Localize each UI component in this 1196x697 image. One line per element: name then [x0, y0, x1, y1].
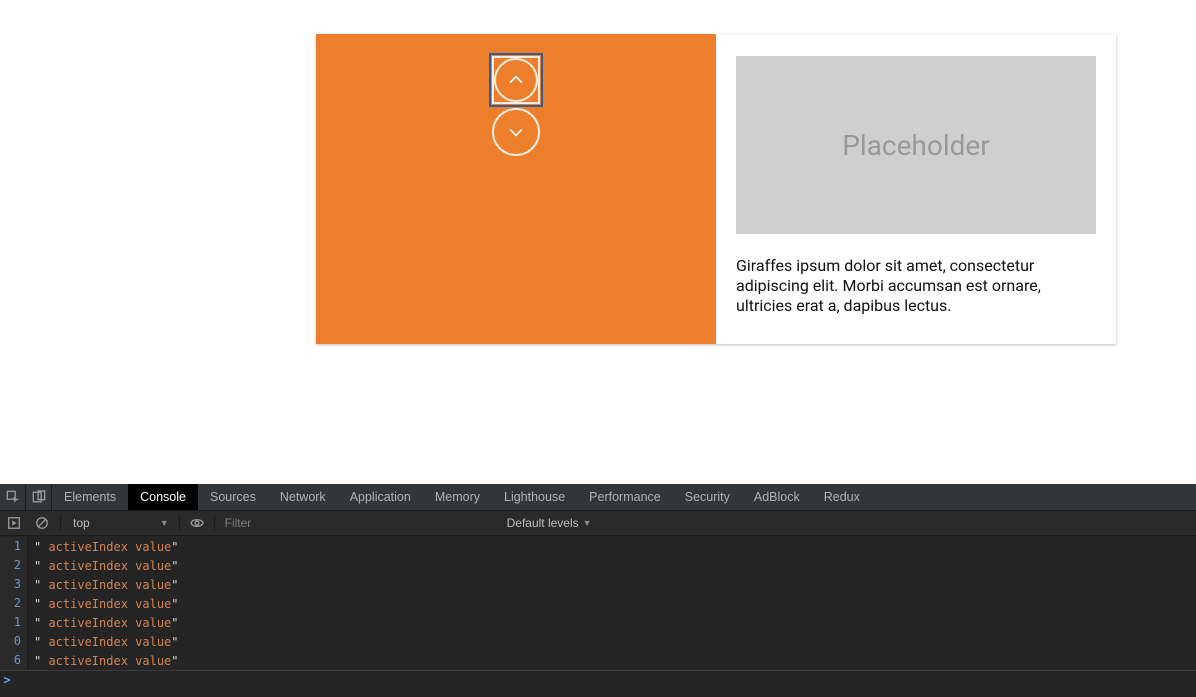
log-line-message: " activeIndex value" [28, 597, 179, 611]
console-clear-button[interactable] [28, 510, 56, 536]
inspect-element-button[interactable] [0, 484, 26, 510]
log-line-message: " activeIndex value" [28, 559, 179, 573]
devtools-tab-console[interactable]: Console [128, 484, 198, 510]
devtools-tabbar: ElementsConsoleSourcesNetworkApplication… [0, 484, 1196, 510]
toolbar-separator [214, 515, 215, 531]
device-icon [32, 490, 46, 504]
carousel-content: Placeholder Giraffes ipsum dolor sit ame… [716, 34, 1116, 344]
devtools-tab-elements[interactable]: Elements [52, 484, 128, 510]
devtools-tab-memory[interactable]: Memory [423, 484, 492, 510]
log-levels-selector[interactable]: Default levels ▼ [507, 516, 592, 530]
carousel-nav-panel [316, 34, 716, 344]
chevron-up-icon [506, 70, 526, 90]
log-line-message: " activeIndex value" [28, 616, 179, 630]
devtools-tab-performance[interactable]: Performance [577, 484, 673, 510]
devtools-panel: ElementsConsoleSourcesNetworkApplication… [0, 484, 1196, 697]
carousel-prev-button[interactable] [492, 56, 540, 104]
log-line-number: 2 [0, 594, 28, 613]
context-selector[interactable]: top ▼ [65, 516, 175, 530]
devtools-tab-adblock[interactable]: AdBlock [742, 484, 812, 510]
console-log-line: 1" activeIndex value" [0, 537, 1196, 556]
console-log-line: 3" activeIndex value" [0, 575, 1196, 594]
toolbar-separator [179, 515, 180, 531]
context-selector-label: top [73, 516, 90, 530]
log-line-number: 3 [0, 575, 28, 594]
devtools-tab-security[interactable]: Security [673, 484, 742, 510]
carousel-next-button[interactable] [492, 108, 540, 156]
carousel-body-text: Giraffes ipsum dolor sit amet, consectet… [736, 256, 1096, 316]
log-line-message: " activeIndex value" [28, 578, 179, 592]
devtools-tab-lighthouse[interactable]: Lighthouse [492, 484, 577, 510]
devtools-tab-network[interactable]: Network [268, 484, 338, 510]
dropdown-triangle-icon: ▼ [160, 518, 169, 528]
log-line-number: 2 [0, 556, 28, 575]
inspect-icon [6, 490, 20, 504]
console-play-button[interactable] [0, 510, 28, 536]
console-toolbar: top ▼ Default levels ▼ [0, 510, 1196, 536]
placeholder-image: Placeholder [736, 56, 1096, 234]
console-log-line: 0" activeIndex value" [0, 632, 1196, 651]
carousel-card: Placeholder Giraffes ipsum dolor sit ame… [316, 34, 1116, 344]
console-filter-input[interactable] [219, 514, 499, 532]
devtools-tab-redux[interactable]: Redux [812, 484, 872, 510]
dropdown-triangle-icon: ▼ [583, 518, 592, 528]
devtools-tab-sources[interactable]: Sources [198, 484, 268, 510]
console-log-line: 6" activeIndex value" [0, 651, 1196, 670]
live-expression-button[interactable] [184, 510, 210, 536]
chevron-down-icon [506, 122, 526, 142]
play-icon [7, 516, 21, 530]
toolbar-separator [60, 515, 61, 531]
log-line-message: " activeIndex value" [28, 635, 179, 649]
console-log-line: 2" activeIndex value" [0, 556, 1196, 575]
devtools-tab-application[interactable]: Application [338, 484, 423, 510]
log-levels-label: Default levels [507, 516, 579, 530]
console-log-line: 2" activeIndex value" [0, 594, 1196, 613]
log-line-number: 1 [0, 537, 28, 556]
eye-icon [190, 516, 204, 530]
clear-icon [35, 516, 49, 530]
console-prompt[interactable]: > [0, 670, 1196, 688]
log-line-message: " activeIndex value" [28, 654, 179, 668]
prompt-caret-icon: > [0, 673, 14, 687]
placeholder-image-label: Placeholder [842, 129, 990, 162]
log-line-number: 0 [0, 632, 28, 651]
console-log-line: 1" activeIndex value" [0, 613, 1196, 632]
log-line-message: " activeIndex value" [28, 540, 179, 554]
log-line-number: 6 [0, 651, 28, 670]
console-log-area: 1" activeIndex value"2" activeIndex valu… [0, 536, 1196, 670]
device-toggle-button[interactable] [26, 484, 52, 510]
log-line-number: 1 [0, 613, 28, 632]
